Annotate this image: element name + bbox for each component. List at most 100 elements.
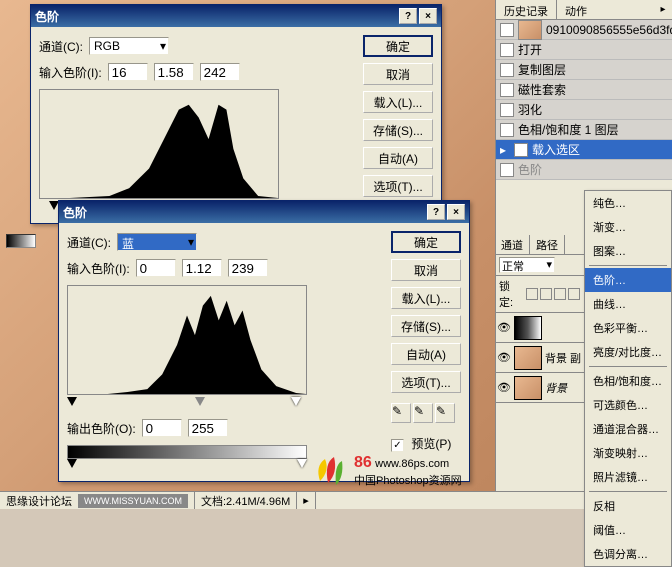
menu-item[interactable]: 照片滤镜… bbox=[585, 465, 671, 489]
menu-item[interactable]: 可选颜色… bbox=[585, 393, 671, 417]
histogram bbox=[39, 89, 279, 199]
white-thumb[interactable] bbox=[291, 397, 301, 406]
black-thumb[interactable] bbox=[67, 397, 77, 406]
menu-item[interactable]: 色彩平衡… bbox=[585, 316, 671, 340]
tab-actions[interactable]: 动作 bbox=[557, 0, 595, 19]
history-item[interactable]: 复制图层 bbox=[496, 60, 672, 80]
lock-all-icon[interactable] bbox=[568, 288, 580, 300]
menu-item[interactable]: 阈值… bbox=[585, 518, 671, 542]
input-levels-label: 输入色阶(I): bbox=[39, 64, 102, 81]
close-button[interactable]: × bbox=[419, 8, 437, 24]
eyedropper-gray-icon[interactable]: ✎ bbox=[413, 403, 433, 423]
watermark: 86 www.86ps.com 中国Photoshop资源网 bbox=[310, 451, 462, 491]
cancel-button[interactable]: 取消 bbox=[391, 259, 461, 281]
layer-row[interactable]: 👁 背景 副 bbox=[495, 343, 584, 373]
input-black[interactable] bbox=[136, 259, 176, 277]
tab-channels[interactable]: 通道 bbox=[495, 235, 530, 254]
cancel-button[interactable]: 取消 bbox=[363, 63, 433, 85]
history-item[interactable]: 色相/饱和度 1 图层 bbox=[496, 120, 672, 140]
ok-button[interactable]: 确定 bbox=[391, 231, 461, 253]
history-panel-header: 历史记录 动作 ▸ bbox=[496, 0, 672, 20]
menu-item[interactable]: 通道混合器… bbox=[585, 417, 671, 441]
layer-row[interactable]: 👁 背景 bbox=[495, 373, 584, 403]
lock-pixels-icon[interactable] bbox=[540, 288, 552, 300]
panel-menu-icon[interactable]: ▸ bbox=[656, 2, 670, 16]
menu-item[interactable]: 反相 bbox=[585, 494, 671, 518]
input-white[interactable] bbox=[228, 259, 268, 277]
titlebar-1[interactable]: 色阶 ? × bbox=[31, 5, 441, 27]
load-button[interactable]: 载入(L)... bbox=[391, 287, 461, 309]
visibility-icon[interactable]: 👁 bbox=[497, 321, 511, 335]
channel-label: 通道(C): bbox=[39, 38, 83, 55]
auto-button[interactable]: 自动(A) bbox=[363, 147, 433, 169]
history-item[interactable]: 磁性套索 bbox=[496, 80, 672, 100]
out-black-thumb[interactable] bbox=[67, 459, 77, 468]
logo-icon bbox=[310, 451, 350, 491]
channel-select[interactable]: RGB bbox=[89, 37, 169, 55]
lock-position-icon[interactable] bbox=[554, 288, 566, 300]
menu-separator bbox=[589, 265, 667, 266]
visibility-icon[interactable]: 👁 bbox=[497, 381, 511, 395]
eyedropper-black-icon[interactable]: ✎ bbox=[391, 403, 411, 423]
help-button[interactable]: ? bbox=[427, 204, 445, 220]
ok-button[interactable]: 确定 bbox=[363, 35, 433, 57]
visibility-icon[interactable]: 👁 bbox=[497, 351, 511, 365]
step-icon bbox=[500, 103, 514, 117]
input-black[interactable] bbox=[108, 63, 148, 81]
menu-item[interactable]: 亮度/对比度… bbox=[585, 340, 671, 364]
close-button[interactable]: × bbox=[447, 204, 465, 220]
step-icon bbox=[514, 143, 528, 157]
history-item[interactable]: 打开 bbox=[496, 40, 672, 60]
input-gamma[interactable] bbox=[154, 63, 194, 81]
eyedropper-white-icon[interactable]: ✎ bbox=[435, 403, 455, 423]
options-button[interactable]: 选项(T)... bbox=[391, 371, 461, 393]
step-icon bbox=[500, 123, 514, 137]
menu-item[interactable]: 渐变映射… bbox=[585, 441, 671, 465]
input-white[interactable] bbox=[200, 63, 240, 81]
channel-label: 通道(C): bbox=[67, 234, 111, 251]
histogram bbox=[67, 285, 307, 395]
titlebar-2[interactable]: 色阶 ? × bbox=[59, 201, 469, 223]
menu-item[interactable]: 色调分离… bbox=[585, 542, 671, 566]
channel-select[interactable]: 蓝 bbox=[117, 233, 197, 251]
menu-item[interactable]: 图案… bbox=[585, 239, 671, 263]
step-icon bbox=[500, 83, 514, 97]
output-black[interactable] bbox=[142, 419, 182, 437]
layer-row[interactable]: 👁 色阶1 bbox=[495, 313, 584, 343]
lock-transparency-icon[interactable] bbox=[526, 288, 538, 300]
auto-button[interactable]: 自动(A) bbox=[391, 343, 461, 365]
history-snapshot[interactable]: 0910090856555e56d3fd. bbox=[496, 20, 672, 40]
gamma-thumb[interactable] bbox=[195, 397, 205, 406]
lock-row: 锁定: bbox=[495, 276, 584, 313]
menu-item-levels[interactable]: 色阶… bbox=[585, 268, 671, 292]
menu-separator bbox=[589, 366, 667, 367]
history-item[interactable]: 羽化 bbox=[496, 100, 672, 120]
input-levels-label: 输入色阶(I): bbox=[67, 260, 130, 277]
load-button[interactable]: 载入(L)... bbox=[363, 91, 433, 113]
menu-item[interactable]: 色相/饱和度… bbox=[585, 369, 671, 393]
history-item[interactable]: 色阶 bbox=[496, 160, 672, 180]
save-button[interactable]: 存储(S)... bbox=[363, 119, 433, 141]
tab-paths[interactable]: 路径 bbox=[530, 235, 565, 254]
status-forum: 思缘设计论坛 WWW.MISSYUAN.COM bbox=[0, 492, 195, 509]
dialog-title: 色阶 bbox=[63, 204, 425, 221]
menu-item[interactable]: 渐变… bbox=[585, 215, 671, 239]
menu-item[interactable]: 纯色… bbox=[585, 191, 671, 215]
tab-history[interactable]: 历史记录 bbox=[496, 0, 557, 19]
help-button[interactable]: ? bbox=[399, 8, 417, 24]
status-bar: 思缘设计论坛 WWW.MISSYUAN.COM 文档:2.41M/4.96M ▸ bbox=[0, 491, 672, 509]
menu-item[interactable]: 曲线… bbox=[585, 292, 671, 316]
status-url: WWW.MISSYUAN.COM bbox=[78, 494, 188, 508]
input-gamma[interactable] bbox=[182, 259, 222, 277]
step-icon bbox=[500, 163, 514, 177]
options-button[interactable]: 选项(T)... bbox=[363, 175, 433, 197]
output-slider[interactable] bbox=[67, 459, 307, 471]
output-white[interactable] bbox=[188, 419, 228, 437]
blend-mode-select[interactable]: 正常 ▾ bbox=[499, 257, 555, 273]
input-slider[interactable] bbox=[67, 397, 307, 409]
dialog-title: 色阶 bbox=[35, 8, 397, 25]
history-item-selected[interactable]: ▸载入选区 bbox=[496, 140, 672, 160]
save-button[interactable]: 存储(S)... bbox=[391, 315, 461, 337]
status-arrow-icon[interactable]: ▸ bbox=[297, 492, 316, 509]
out-white-thumb[interactable] bbox=[297, 459, 307, 468]
